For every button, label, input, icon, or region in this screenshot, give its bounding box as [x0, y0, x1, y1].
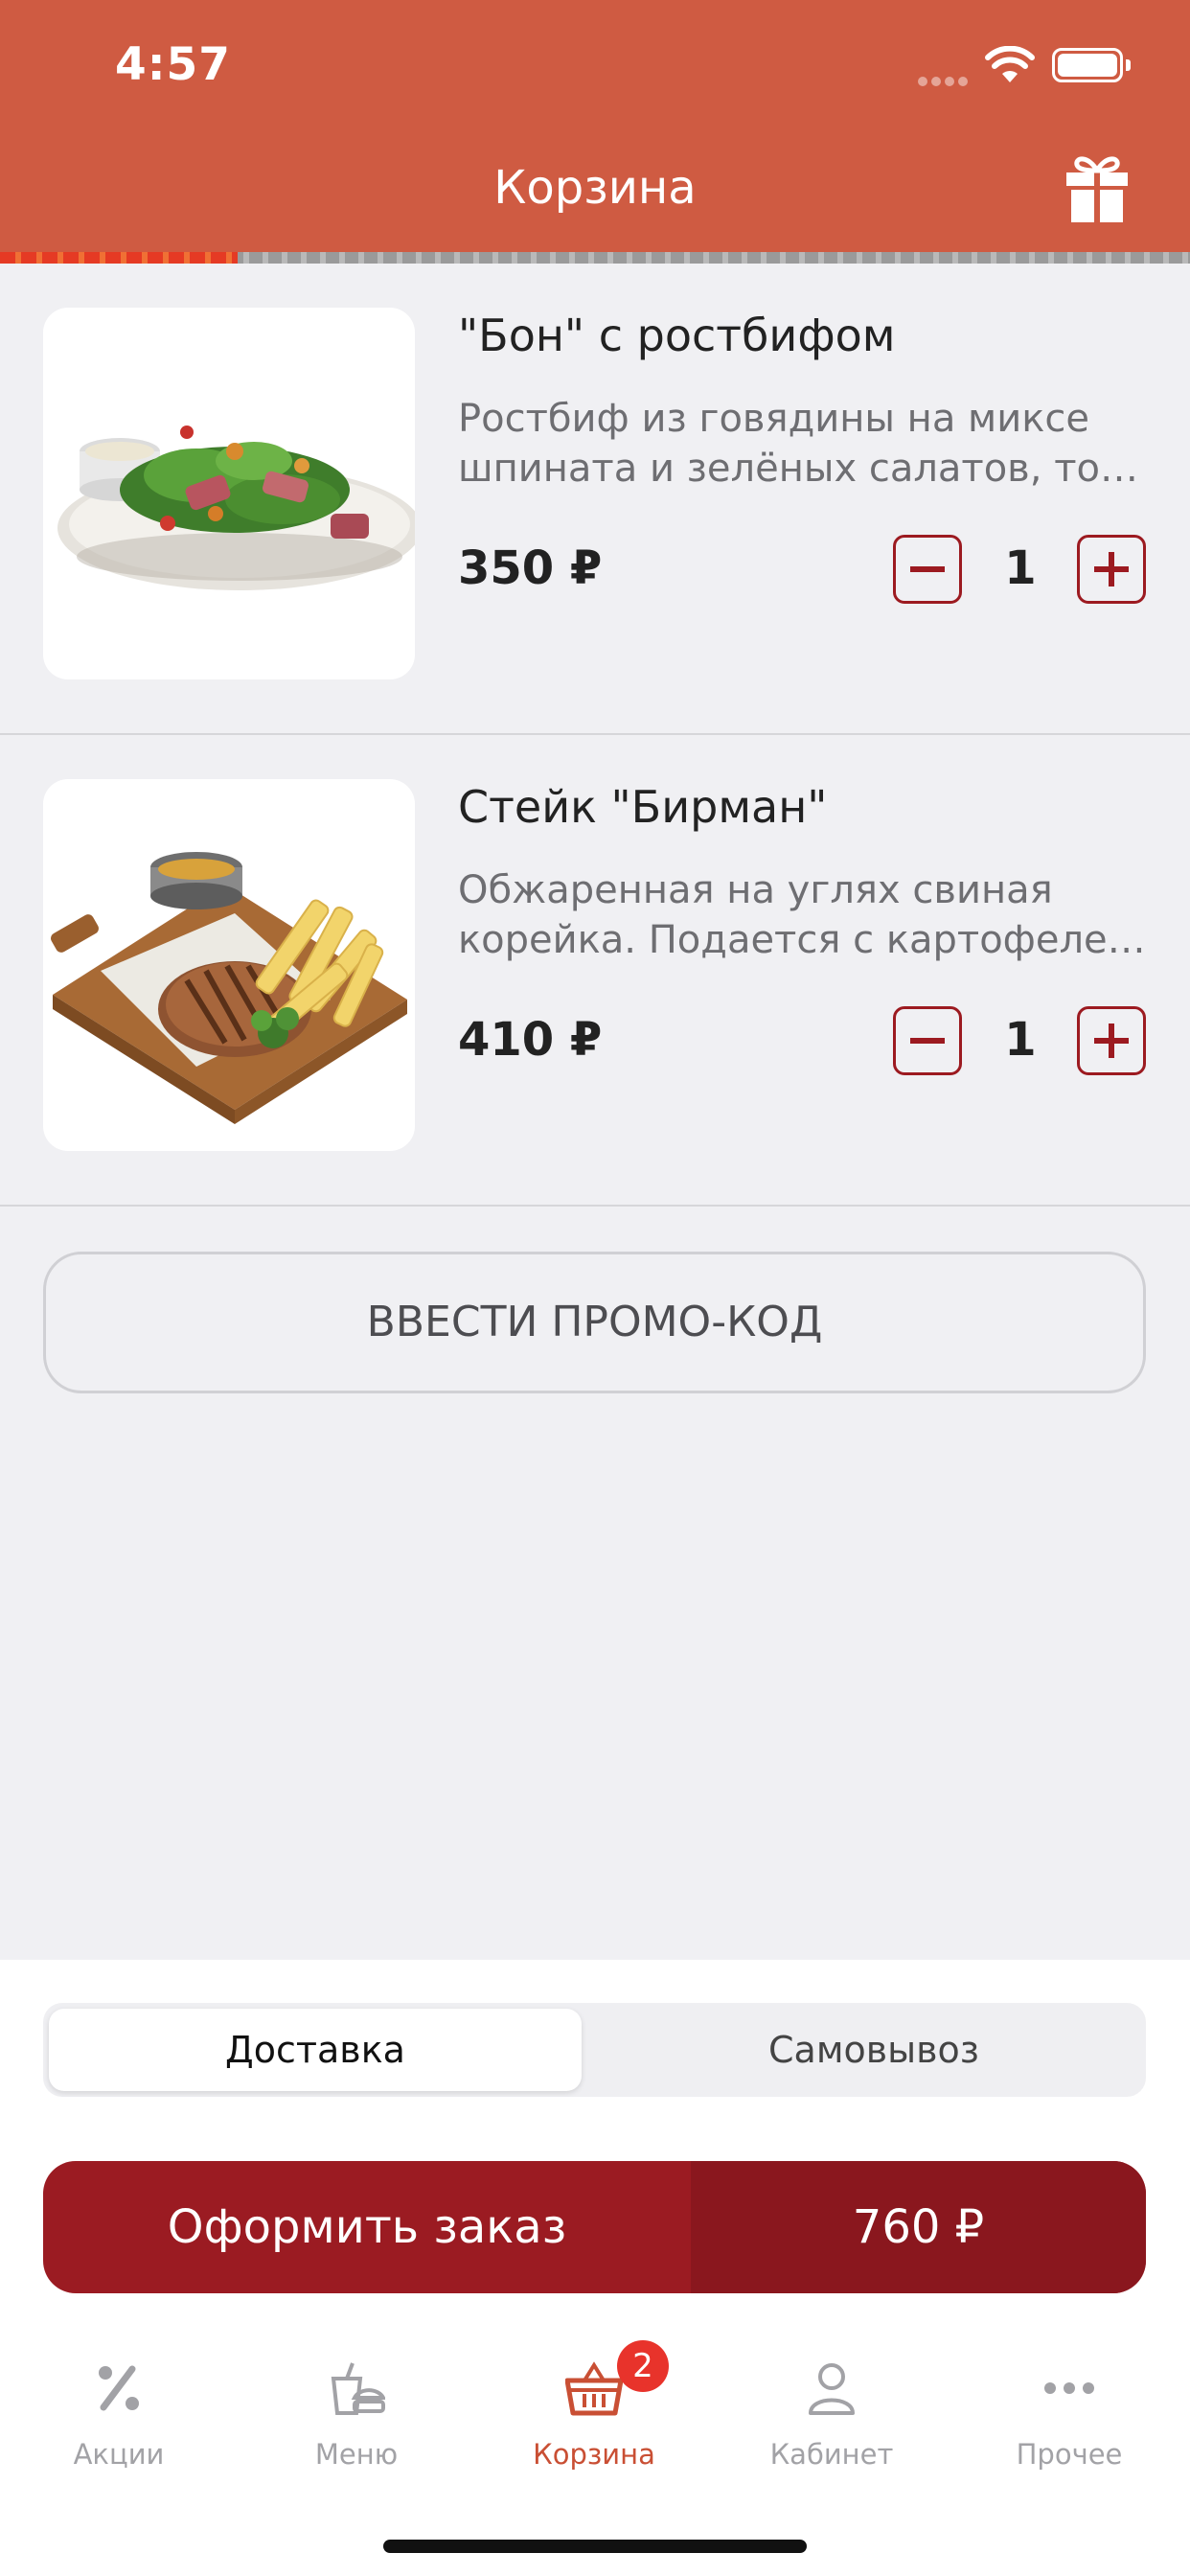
page-title: Корзина [493, 161, 697, 215]
home-indicator [383, 2540, 807, 2553]
tab-label: Корзина [533, 2438, 655, 2471]
delivery-option[interactable]: Доставка [49, 2009, 582, 2091]
checkout-button[interactable]: Оформить заказ 760 ₽ [43, 2161, 1146, 2293]
delivery-method-toggle: Доставка Самовывоз [43, 2003, 1146, 2097]
item-description-line: шпината и зелёных салатов, то… [458, 447, 1138, 491]
tab-more[interactable]: Прочее [950, 2319, 1188, 2482]
header-bar: 4:57 Корзина [0, 0, 1190, 264]
increase-quantity-button[interactable] [1077, 1006, 1146, 1075]
item-description: Ростбиф из говядины на миксе шпината и з… [458, 394, 1157, 494]
pickup-option[interactable]: Самовывоз [607, 2009, 1140, 2091]
tab-label: Меню [314, 2438, 399, 2471]
basket-icon [565, 2361, 623, 2416]
item-name: Стейк "Бирман" [458, 781, 828, 833]
tab-bar: Акции Меню 2 Корзина Кабинет Прочее [0, 2319, 1190, 2511]
more-icon [1044, 2382, 1094, 2394]
cart-progress-fill [0, 252, 239, 264]
tab-menu[interactable]: Меню [238, 2319, 475, 2482]
decrease-quantity-button[interactable] [893, 535, 962, 604]
tab-promotions[interactable]: Акции [0, 2319, 238, 2482]
item-image-salad[interactable] [43, 308, 415, 679]
item-description-line: Ростбиф из говядины на миксе [458, 397, 1089, 441]
item-quantity: 1 [1004, 1013, 1037, 1067]
steak-image-icon [51, 852, 407, 1124]
status-time: 4:57 [115, 38, 231, 91]
cart-item: Стейк "Бирман" Обжаренная на углях свина… [0, 735, 1190, 1207]
gift-icon[interactable] [1064, 153, 1131, 224]
item-price: 350 ₽ [458, 541, 603, 595]
battery-icon [1052, 48, 1131, 82]
tab-account[interactable]: Кабинет [713, 2319, 950, 2482]
signal-icon [918, 72, 972, 90]
tab-label: Кабинет [769, 2438, 894, 2471]
checkout-label: Оформить заказ [167, 2200, 567, 2254]
item-quantity: 1 [1004, 541, 1037, 595]
percent-icon [99, 2365, 139, 2411]
salad-image-icon [57, 426, 415, 590]
tab-label: Прочее [1016, 2438, 1123, 2471]
decrease-quantity-button[interactable] [893, 1006, 962, 1075]
increase-quantity-button[interactable] [1077, 535, 1146, 604]
cart-count-badge: 2 [617, 2340, 669, 2392]
tab-cart[interactable]: 2 Корзина [475, 2319, 713, 2482]
item-description-line: Обжаренная на углях свиная [458, 868, 1053, 912]
item-image-steak[interactable] [43, 779, 415, 1151]
item-description-line: корейка. Подается с картофеле… [458, 918, 1146, 962]
cart-progress-strip [0, 252, 1190, 264]
tab-label: Акции [73, 2438, 165, 2471]
wifi-icon [985, 46, 1035, 82]
item-name: "Бон" с ростбифом [458, 310, 896, 361]
promo-code-button[interactable]: ВВЕСТИ ПРОМО-КОД [43, 1252, 1146, 1393]
menu-food-icon [331, 2362, 385, 2415]
user-icon [809, 2363, 855, 2415]
order-total: 760 ₽ [691, 2161, 1146, 2293]
item-description: Обжаренная на углях свиная корейка. Пода… [458, 865, 1157, 965]
item-price: 410 ₽ [458, 1013, 603, 1067]
cart-item: "Бон" с ростбифом Ростбиф из говядины на… [0, 264, 1190, 735]
